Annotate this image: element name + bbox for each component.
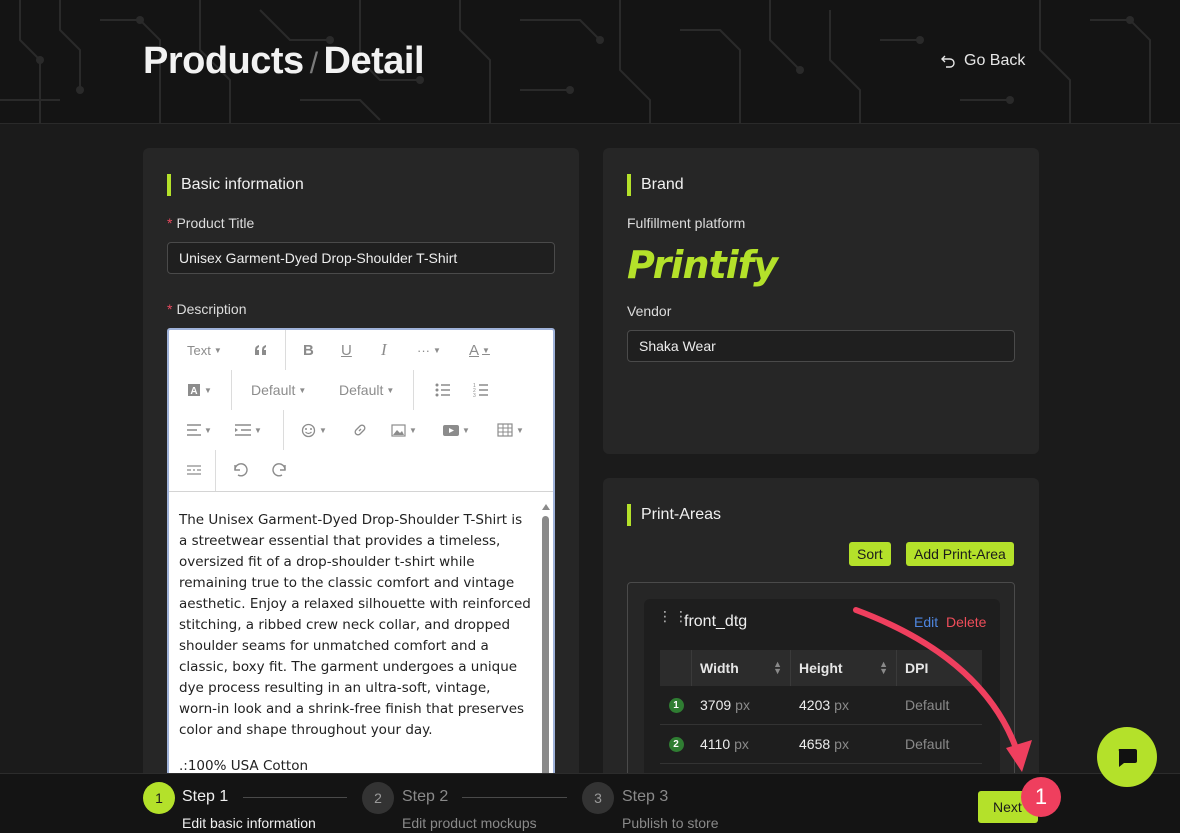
redo-icon[interactable] [271,458,287,482]
print-area-name: front_dtg [684,613,748,630]
go-back-label: Go Back [964,52,1026,69]
card-title-print-areas: Print-Areas [627,504,721,526]
table-header: Width ▲ ▼ Height ▲ ▼ DPI [660,650,982,686]
column-width[interactable]: Width ▲ ▼ [692,650,791,686]
step-2-indicator: 2 [362,782,394,814]
breadcrumb-products[interactable]: Products [143,40,304,82]
editor-scroll-thumb[interactable] [542,516,549,786]
row-index-badge: 1 [668,697,684,713]
brand-card: Brand Fulfillment platform Printify Vend… [603,148,1039,454]
numbered-list-icon[interactable]: 123 [473,378,489,402]
vendor-input[interactable]: Shaka Wear [627,330,1015,362]
step-1-desc: Edit basic information [182,815,316,831]
table-row: 1 3709 px 4203 px Default [660,686,982,725]
font-color-icon[interactable]: A ▼ [469,338,490,362]
step-3-title: Step 3 [622,788,669,805]
description-label: * Description [167,301,247,317]
bulleted-list-icon[interactable] [435,378,451,402]
product-title-input[interactable]: Unisex Garment-Dyed Drop-Shoulder T-Shir… [167,242,555,274]
step-2-title: Step 2 [402,788,449,805]
column-height[interactable]: Height ▲ ▼ [791,650,897,686]
edit-print-area-link[interactable]: Edit [914,614,938,630]
print-areas-card: Print-Areas Sort Add Print-Area ⋮⋮ front… [603,478,1039,788]
step-connector [243,797,347,798]
card-title-basic: Basic information [167,174,304,196]
description-editor[interactable]: Text ▼ B U I ··· ▼ A ▼ A ▼ Default ▼ Default ▼… [167,328,555,788]
divider-icon[interactable] [187,458,201,482]
column-dpi: DPI [905,660,929,676]
background-color-icon[interactable]: A ▼ [187,378,212,402]
row-index-badge: 2 [668,736,684,752]
font-size-dropdown[interactable]: Default ▼ [251,378,306,402]
fulfillment-platform-label: Fulfillment platform [627,215,746,231]
print-area-table: Width ▲ ▼ Height ▲ ▼ DPI 1 3709 px 4203 px Def… [660,650,982,764]
print-area-list: ⋮⋮ front_dtg Edit Delete Width ▲ ▼ Height ▲… [627,582,1015,782]
link-icon[interactable] [353,418,367,442]
basic-information-card: Basic information * Product Title Unisex … [143,148,579,788]
sort-icon[interactable]: ▲ ▼ [773,660,782,676]
underline-icon[interactable]: U [341,338,352,362]
undo-icon[interactable] [233,458,249,482]
page-title: Products / Detail [143,40,425,83]
step-1-indicator: 1 [143,782,175,814]
image-icon[interactable]: ▼ [391,418,417,442]
page-header: Products / Detail Go Back [0,0,1180,124]
table-row: 2 4110 px 4658 px Default [660,725,982,764]
bold-icon[interactable]: B [303,338,314,362]
breadcrumb-separator: / [309,47,318,80]
breadcrumb-detail: Detail [323,40,425,82]
line-height-dropdown[interactable]: Default ▼ [339,378,394,402]
delete-print-area-link[interactable]: Delete [946,614,986,630]
add-print-area-button[interactable]: Add Print-Area [906,542,1014,566]
steps-bar: 1 Step 1 Edit basic information 2 Step 2… [0,773,1180,833]
sort-button[interactable]: Sort [849,542,891,566]
svg-text:A: A [190,386,197,397]
description-paragraph: The Unisex Garment-Dyed Drop-Shoulder T-… [179,512,531,738]
step-2-desc: Edit product mockups [402,815,537,831]
step-3-indicator: 3 [582,782,614,814]
editor-toolbar: Text ▼ B U I ··· ▼ A ▼ A ▼ Default ▼ Default ▼… [169,330,553,492]
indent-icon[interactable]: ▼ [235,418,262,442]
video-icon[interactable]: ▼ [443,418,470,442]
annotation-badge: 1 [1021,777,1061,817]
vendor-label: Vendor [627,303,672,319]
step-1-title: Step 1 [182,788,229,805]
more-styles-icon[interactable]: ··· ▼ [417,338,441,362]
blockquote-icon[interactable] [253,338,269,362]
emoji-icon[interactable]: ▼ [301,418,327,442]
go-back-button[interactable]: Go Back [940,52,1025,70]
editor-content[interactable]: The Unisex Garment-Dyed Drop-Shoulder T-… [179,510,531,786]
svg-text:3: 3 [473,393,476,397]
chat-icon [1118,749,1137,767]
text-format-dropdown[interactable]: Text ▼ [187,338,222,362]
chat-button[interactable] [1097,727,1157,787]
table-icon[interactable]: ▼ [497,418,524,442]
printify-logo: Printify [627,243,778,287]
card-title-brand: Brand [627,174,684,196]
italic-icon[interactable]: I [381,338,387,362]
print-area-item: ⋮⋮ front_dtg Edit Delete Width ▲ ▼ Height ▲… [644,599,1000,781]
sort-icon[interactable]: ▲ ▼ [879,660,888,676]
step-connector [462,797,567,798]
product-title-label: * Product Title [167,215,255,231]
align-icon[interactable]: ▼ [187,418,212,442]
undo-back-icon [941,55,955,68]
step-3-desc: Publish to store [622,815,719,831]
